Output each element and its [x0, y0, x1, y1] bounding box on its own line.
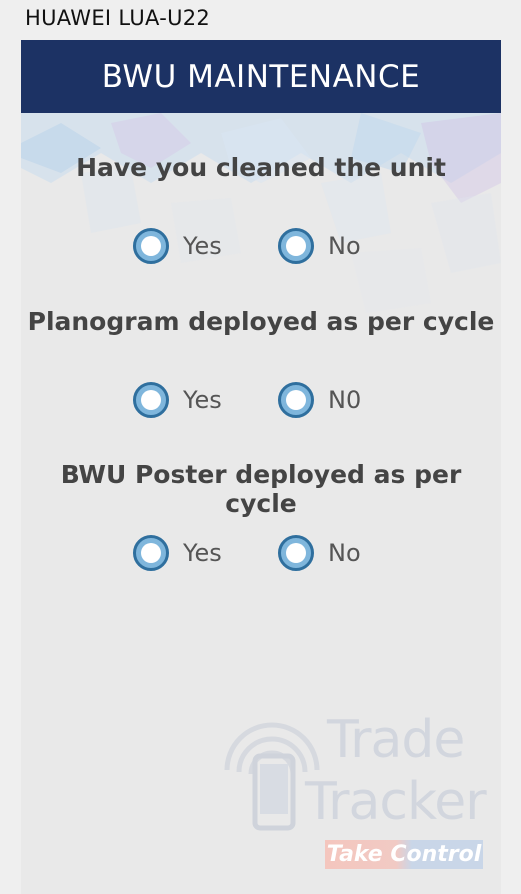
radio-button-icon[interactable]	[278, 535, 314, 571]
trade-tracker-watermark: Trade Tracker Take Control	[217, 700, 487, 880]
option-label: Yes	[183, 539, 222, 567]
option-label: No	[328, 539, 361, 567]
option-poster-no[interactable]: No	[278, 530, 361, 576]
option-label: N0	[328, 386, 362, 414]
radio-button-icon[interactable]	[133, 535, 169, 571]
radio-button-icon[interactable]	[278, 228, 314, 264]
watermark-tagline: Take Control	[326, 842, 482, 867]
option-cleaned-yes[interactable]: Yes	[133, 223, 222, 269]
radio-button-icon[interactable]	[133, 382, 169, 418]
option-planogram-no[interactable]: N0	[278, 377, 361, 423]
option-label: Yes	[183, 232, 222, 260]
app-screen: BWU MAINTENANCE Have you cleaned the uni…	[21, 40, 501, 894]
options-planogram: Yes N0	[21, 377, 501, 423]
options-bwu-poster: Yes No	[21, 530, 501, 576]
radio-button-icon[interactable]	[278, 382, 314, 418]
options-cleaned-unit: Yes No	[21, 223, 501, 269]
page-title: BWU MAINTENANCE	[101, 58, 421, 95]
watermark-line1: Trade	[327, 710, 465, 770]
app-bar: BWU MAINTENANCE	[21, 40, 501, 113]
radio-button-icon[interactable]	[133, 228, 169, 264]
option-planogram-yes[interactable]: Yes	[133, 377, 222, 423]
question-planogram: Planogram deployed as per cycle	[27, 307, 495, 336]
watermark-line2: Tracker	[305, 772, 487, 832]
option-cleaned-no[interactable]: No	[278, 223, 361, 269]
option-label: Yes	[183, 386, 222, 414]
question-cleaned-unit: Have you cleaned the unit	[76, 153, 446, 182]
option-label: No	[328, 232, 361, 260]
option-poster-yes[interactable]: Yes	[133, 530, 222, 576]
question-bwu-poster: BWU Poster deployed as per cycle	[60, 460, 462, 518]
watermark-tagline-badge: Take Control	[325, 840, 483, 869]
device-label: HUAWEI LUA-U22	[25, 6, 211, 30]
